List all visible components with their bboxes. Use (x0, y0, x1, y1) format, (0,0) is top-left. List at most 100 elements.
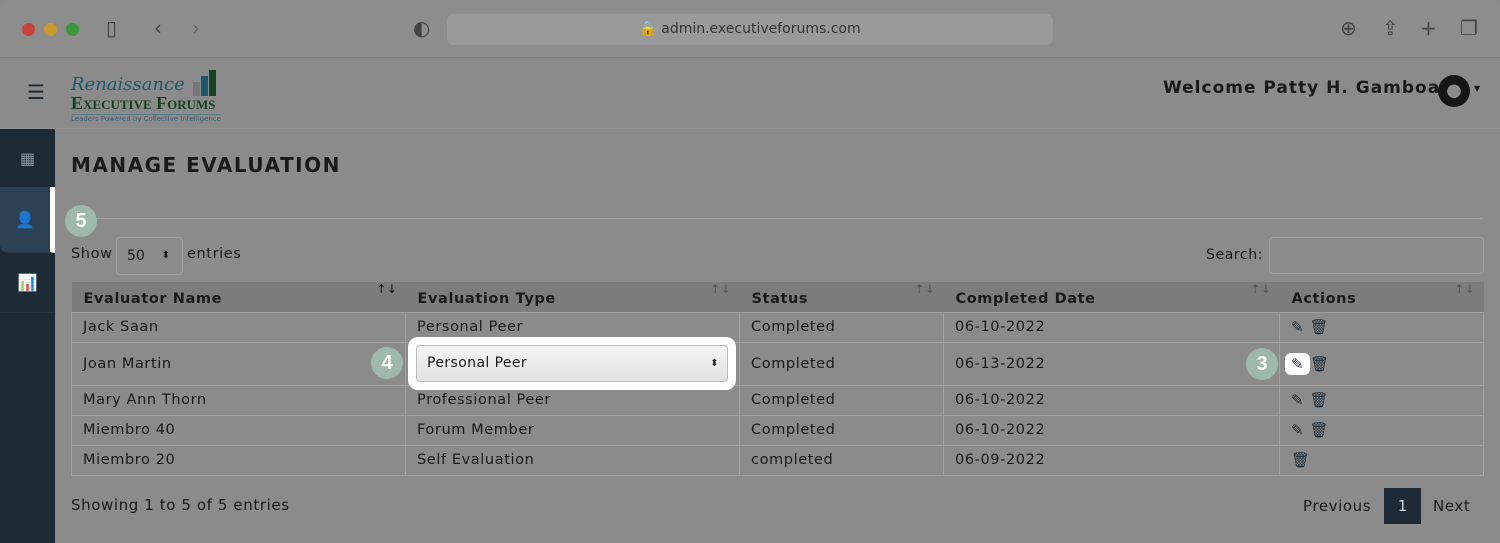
table-row: Mary Ann Thorn Professional Peer Complet… (71, 384, 1484, 416)
user-icon: 👤 (15, 210, 35, 229)
sidebar: ▦ 👤 📊 (0, 129, 55, 543)
evaluation-type: Self Evaluation (405, 444, 740, 476)
hamburger-menu-icon[interactable]: ☰ (27, 80, 45, 104)
sidebar-item-users[interactable]: 👤 (0, 187, 55, 253)
column-label: Evaluator Name (83, 290, 223, 307)
actions-cell: ✎ 🗑 (1279, 341, 1484, 386)
actions-cell: ✎ 🗑 (1279, 414, 1484, 446)
show-label: Show (71, 246, 113, 262)
status: Completed (739, 384, 944, 416)
column-header-evaluation-type[interactable]: Evaluation Type ↑↓ (405, 282, 740, 312)
trash-icon[interactable]: 🗑 (1310, 421, 1330, 439)
actions-cell: ✎ 🗑 (1279, 384, 1484, 416)
sidebar-item-reports[interactable]: 📊 (0, 253, 55, 313)
chart-icon: 📊 (17, 273, 38, 292)
evaluator-name: Miembro 20 (71, 444, 406, 476)
step-badge-3: 3 (1246, 348, 1278, 380)
evaluator-name: Joan Martin (71, 341, 406, 386)
logo[interactable]: Renaissance Executive Forums Leaders Pow… (71, 70, 221, 123)
completed-date: 06-09-2022 (943, 444, 1280, 476)
sort-icon: ↑↓ (710, 282, 732, 296)
next-button[interactable]: Next (1433, 497, 1470, 515)
tabs-overview-icon[interactable]: ❐ (1460, 16, 1478, 40)
url-text: admin.executiveforums.com (661, 21, 861, 37)
page-title: MANAGE EVALUATION (71, 153, 341, 177)
table-row: Miembro 20 Self Evaluation completed 06-… (71, 444, 1484, 476)
previous-button[interactable]: Previous (1303, 497, 1371, 515)
evaluation-type: Forum Member (405, 414, 740, 446)
user-avatar-icon[interactable]: ● (1438, 75, 1470, 107)
evaluator-name: Miembro 40 (71, 414, 406, 446)
status: Completed (739, 311, 944, 343)
trash-icon[interactable]: 🗑 (1310, 318, 1330, 336)
address-bar[interactable]: 🔒 admin.executiveforums.com (447, 14, 1053, 45)
search-label: Search: (1206, 247, 1264, 263)
status: completed (739, 444, 944, 476)
app-header: ☰ Renaissance Executive Forums Leaders P… (0, 58, 1500, 129)
column-header-evaluator-name[interactable]: Evaluator Name ↑↓ (71, 282, 406, 312)
column-label: Status (751, 290, 809, 307)
status: Completed (739, 414, 944, 446)
share-icon[interactable]: ⇪ (1382, 16, 1399, 40)
evaluations-table: Evaluator Name ↑↓ Evaluation Type ↑↓ Statu… (71, 282, 1484, 476)
trash-icon[interactable]: 🗑 (1310, 391, 1330, 409)
column-header-actions[interactable]: Actions ↑↓ (1279, 282, 1484, 312)
step-badge-5: 5 (65, 205, 97, 237)
grid-icon: ▦ (19, 149, 36, 168)
completed-date: 06-10-2022 (943, 414, 1280, 446)
step-badge-4: 4 (371, 347, 403, 379)
sort-icon: ↑↓ (1454, 282, 1476, 296)
select-arrows-icon: ⬍ (710, 358, 719, 369)
sort-icon: ↑↓ (914, 282, 936, 296)
edit-icon[interactable]: ✎ (1291, 318, 1304, 336)
edit-icon[interactable]: ✎ (1291, 421, 1304, 439)
new-tab-icon[interactable]: + (1420, 16, 1437, 40)
evaluation-type-value: Personal Peer (427, 355, 528, 371)
sort-icon: ↑↓ (1250, 282, 1272, 296)
back-icon[interactable]: ‹ (154, 16, 162, 40)
table-row: Miembro 40 Forum Member Completed 06-10-… (71, 414, 1484, 446)
actions-cell: ✎ 🗑 (1279, 311, 1484, 343)
maximize-window-button[interactable] (66, 23, 79, 36)
browser-toolbar: ▯ ‹ › ◐ 🔒 admin.executiveforums.com ⊕ ⇪ … (0, 0, 1500, 58)
column-label: Completed Date (955, 290, 1096, 307)
entries-label: entries (187, 246, 242, 262)
select-arrows-icon: ⬍ (161, 250, 170, 261)
column-label: Actions (1291, 290, 1357, 307)
search-input[interactable] (1269, 237, 1484, 274)
sort-icon: ↑↓ (376, 282, 398, 296)
evaluator-name: Jack Saan (71, 311, 406, 343)
shield-icon[interactable]: ◐ (413, 16, 430, 40)
forward-icon[interactable]: › (192, 16, 200, 40)
edit-icon[interactable]: ✎ (1291, 391, 1304, 409)
edit-icon[interactable]: ✎ (1285, 352, 1311, 375)
evaluation-type-select[interactable]: Personal Peer ⬍ (416, 345, 728, 382)
column-header-status[interactable]: Status ↑↓ (739, 282, 944, 312)
sidebar-toggle-icon[interactable]: ▯ (106, 16, 117, 40)
sidebar-item-dashboard[interactable]: ▦ (0, 129, 55, 189)
column-header-completed-date[interactable]: Completed Date ↑↓ (943, 282, 1280, 312)
evaluation-type-select-highlight: Personal Peer ⬍ (408, 337, 736, 390)
page-1-button[interactable]: 1 (1384, 488, 1421, 524)
table-header-row: Evaluator Name ↑↓ Evaluation Type ↑↓ Statu… (71, 282, 1484, 312)
download-icon[interactable]: ⊕ (1340, 16, 1357, 40)
completed-date: 06-10-2022 (943, 311, 1280, 343)
table-row: Jack Saan Personal Peer Completed 06-10-… (71, 311, 1484, 343)
minimize-window-button[interactable] (44, 23, 57, 36)
logo-tagline: Leaders Powered by Collective Intelligen… (71, 114, 221, 123)
logo-line2: Executive Forums (71, 93, 216, 113)
caret-down-icon[interactable]: ▼ (1474, 84, 1480, 93)
trash-icon[interactable]: 🗑 (1310, 355, 1330, 373)
close-window-button[interactable] (22, 23, 35, 36)
completed-date: 06-13-2022 (943, 341, 1280, 386)
divider (71, 218, 1483, 219)
table-info: Showing 1 to 5 of 5 entries (71, 496, 290, 514)
column-label: Evaluation Type (417, 290, 556, 307)
trash-icon[interactable]: 🗑 (1291, 451, 1311, 469)
welcome-text: Welcome Patty H. Gamboa (1163, 78, 1441, 98)
status: Completed (739, 341, 944, 386)
entries-value: 50 (127, 248, 145, 264)
entries-select[interactable]: 50 ⬍ (116, 237, 183, 275)
actions-cell: 🗑 (1279, 444, 1484, 476)
completed-date: 06-10-2022 (943, 384, 1280, 416)
